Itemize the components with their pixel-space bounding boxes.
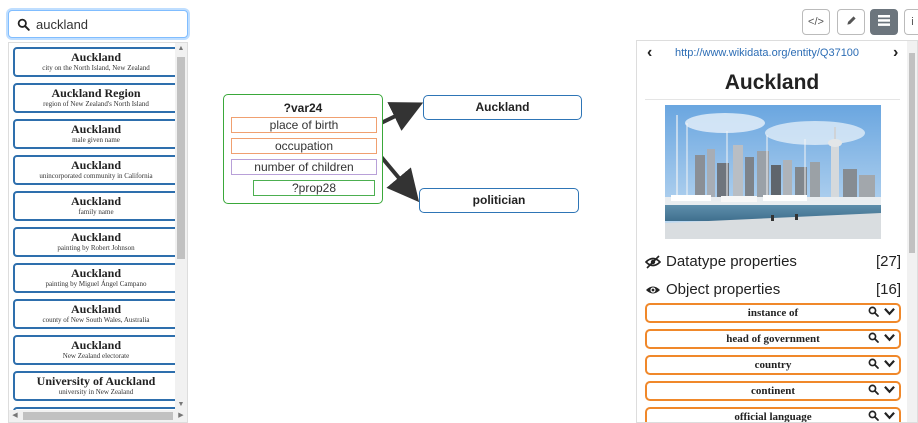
edit-button[interactable]: [837, 9, 865, 35]
result-title: Auckland: [70, 158, 122, 172]
variable-node[interactable]: ?var24 place of birth occupation number …: [223, 94, 383, 204]
search-icon[interactable]: [868, 306, 879, 317]
result-description: region of New Zealand's North Island: [43, 100, 149, 108]
search-input[interactable]: [36, 16, 176, 32]
eye-icon: [646, 286, 660, 294]
variable-name: ?var24: [283, 101, 323, 115]
result-card[interactable]: Auckland Region region of New Zealand's N…: [13, 83, 179, 113]
object-property-tools: [868, 306, 895, 317]
chevron-down-icon[interactable]: [884, 333, 895, 342]
scroll-right-icon[interactable]: ▶: [175, 410, 187, 422]
object-property-tools: [868, 410, 895, 421]
object-properties-header[interactable]: Object properties [16]: [645, 281, 901, 301]
object-property-label: country: [754, 359, 792, 371]
object-property-label: continent: [751, 385, 795, 397]
list-icon: [878, 15, 890, 26]
entity-node-auckland[interactable]: Auckland: [423, 95, 582, 120]
result-card[interactable]: Auckland painting by Miguel Ángel Campano: [13, 263, 179, 293]
result-description: city on the North Island, New Zealand: [42, 64, 150, 72]
pencil-icon: [846, 16, 856, 25]
results-horizontal-scrollbar[interactable]: ◀ ▶: [9, 410, 187, 422]
chevron-down-icon[interactable]: [884, 411, 895, 420]
object-property-label: official language: [734, 411, 812, 423]
info-button[interactable]: i: [904, 9, 918, 35]
panel-scroll-thumb[interactable]: [909, 53, 915, 253]
object-property-tools: [868, 384, 895, 395]
entity-image: [665, 105, 881, 239]
search-box[interactable]: [8, 10, 188, 38]
object-property-item[interactable]: continent: [645, 381, 901, 401]
object-properties-label: Object properties: [666, 281, 781, 298]
result-description: family name: [78, 208, 114, 216]
object-property-item[interactable]: head of government: [645, 329, 901, 349]
object-property-label: instance of: [747, 307, 799, 319]
scroll-thumb-horizontal[interactable]: [23, 412, 173, 420]
property-place-of-birth[interactable]: place of birth: [231, 117, 377, 133]
entity-title: Auckland: [724, 71, 820, 94]
search-icon[interactable]: [868, 410, 879, 421]
search-icon[interactable]: [868, 358, 879, 369]
result-title: Auckland Region: [51, 86, 141, 100]
result-title: Auckland: [70, 302, 122, 316]
entity-uri-link[interactable]: http://www.wikidata.org/entity/Q37100: [675, 47, 859, 59]
result-card[interactable]: Auckland male given name: [13, 119, 179, 149]
datatype-properties-label: Datatype properties: [666, 253, 797, 270]
result-title: Auckland: [70, 338, 122, 352]
results-list[interactable]: Auckland city on the North Island, New Ze…: [8, 42, 188, 423]
result-title: Auckland: [70, 50, 122, 64]
entity-node-politician[interactable]: politician: [419, 188, 579, 213]
search-icon: [17, 18, 30, 31]
result-description: unincorporated community in California: [39, 172, 153, 180]
code-view-button[interactable]: </>: [802, 9, 830, 35]
result-title: Auckland: [70, 266, 122, 280]
object-property-item[interactable]: country: [645, 355, 901, 375]
object-properties-count: [16]: [875, 281, 901, 298]
property-number-of-children[interactable]: number of children: [231, 159, 377, 175]
datatype-properties-count: [27]: [875, 253, 901, 270]
result-description: painting by Robert Johnson: [57, 244, 135, 252]
result-title: Auckland: [70, 194, 122, 208]
scroll-thumb[interactable]: [177, 57, 185, 259]
panel-nav: ‹ http://www.wikidata.org/entity/Q37100 …: [637, 41, 907, 67]
result-title: Auckland: [70, 122, 122, 136]
list-view-button[interactable]: [870, 9, 898, 35]
chevron-down-icon[interactable]: [884, 385, 895, 394]
result-card[interactable]: Auckland New Zealand electorate: [13, 335, 179, 365]
result-description: painting by Miguel Ángel Campano: [45, 280, 147, 288]
result-card[interactable]: Auckland painting by Robert Johnson: [13, 227, 179, 257]
eye-slash-icon: [644, 255, 662, 269]
object-property-item[interactable]: official language: [645, 407, 901, 423]
result-title: University of Auckland: [36, 374, 156, 388]
result-card[interactable]: Auckland city on the North Island, New Ze…: [13, 47, 179, 77]
result-description: male given name: [72, 136, 120, 144]
result-card[interactable]: University of Auckland university in New …: [13, 371, 179, 401]
divider: [645, 99, 900, 100]
panel-scrollbar[interactable]: [907, 41, 917, 422]
property-occupation[interactable]: occupation: [231, 138, 377, 154]
sub-property[interactable]: ?prop28: [253, 180, 375, 196]
scroll-up-icon[interactable]: ▲: [175, 43, 187, 55]
entity-panel: ‹ http://www.wikidata.org/entity/Q37100 …: [636, 40, 918, 423]
chevron-down-icon[interactable]: [884, 359, 895, 368]
object-property-item[interactable]: instance of: [645, 303, 901, 323]
datatype-properties-header[interactable]: Datatype properties [27]: [644, 253, 901, 273]
result-title: Auckland: [70, 230, 122, 244]
result-card[interactable]: Auckland county of New South Wales, Austr…: [13, 299, 179, 329]
chevron-right-icon[interactable]: ›: [893, 44, 898, 62]
result-card[interactable]: Auckland unincorporated community in Cali…: [13, 155, 179, 185]
results-vertical-scrollbar[interactable]: ▲ ▼: [175, 43, 187, 411]
scroll-left-icon[interactable]: ◀: [9, 410, 21, 422]
chevron-left-icon[interactable]: ‹: [647, 44, 652, 62]
chevron-down-icon[interactable]: [884, 307, 895, 316]
result-card[interactable]: Auckland family name: [13, 191, 179, 221]
search-icon[interactable]: [868, 384, 879, 395]
result-description: university in New Zealand: [58, 388, 134, 396]
search-icon[interactable]: [868, 332, 879, 343]
object-property-tools: [868, 332, 895, 343]
object-property-tools: [868, 358, 895, 369]
result-description: New Zealand electorate: [62, 352, 130, 360]
result-description: county of New South Wales, Australia: [42, 316, 150, 324]
object-property-label: head of government: [726, 333, 820, 345]
